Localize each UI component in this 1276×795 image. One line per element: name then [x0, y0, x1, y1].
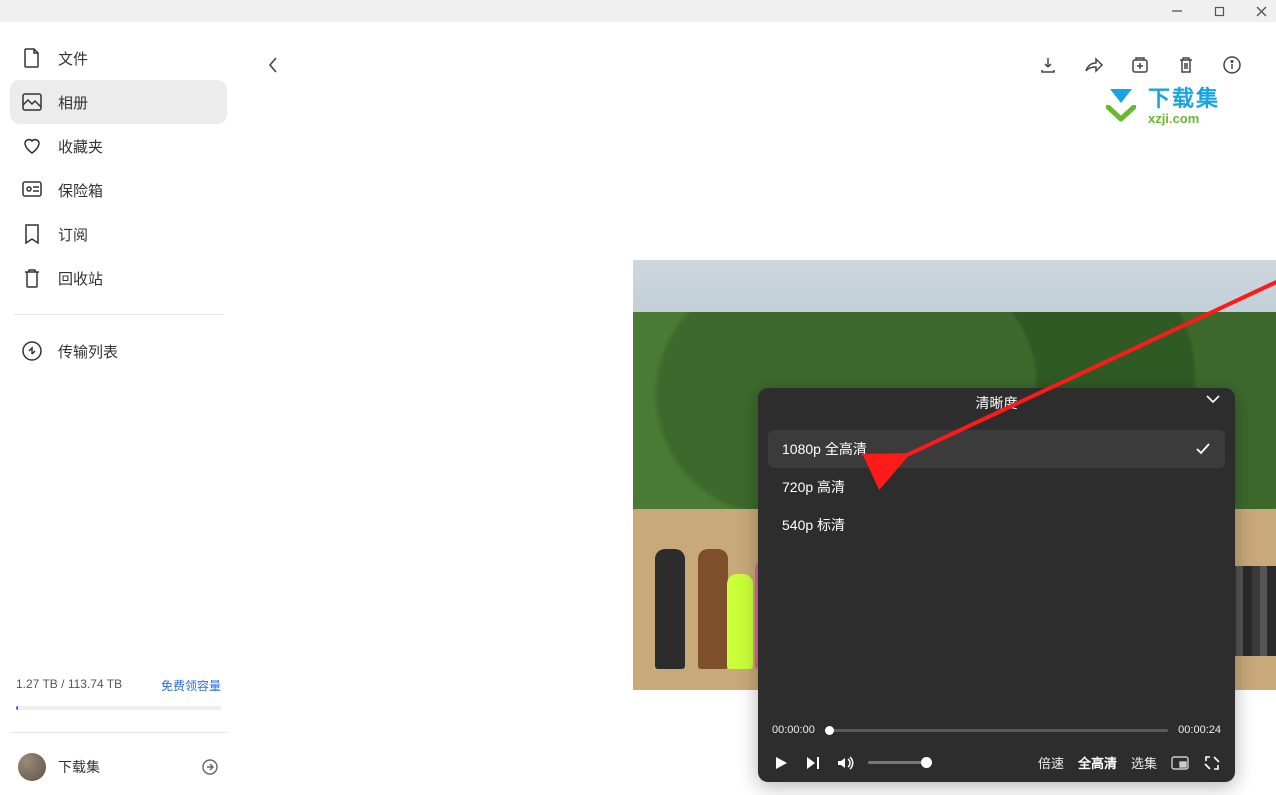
storage-info: 1.27 TB / 113.74 TB 免费领容量: [10, 677, 227, 702]
avatar: [18, 753, 46, 781]
quality-option-540p[interactable]: 540p 标清: [768, 506, 1225, 544]
back-button[interactable]: [263, 55, 283, 75]
quality-panel-title: 清晰度: [976, 393, 1018, 413]
user-name: 下载集: [58, 757, 189, 777]
sidebar: 文件 相册 收藏夹 保险箱 订阅 回收站 传输列表: [0, 22, 237, 795]
info-button[interactable]: [1222, 55, 1242, 75]
window-maximize-button[interactable]: [1212, 4, 1226, 18]
sidebar-item-label: 相册: [58, 92, 88, 113]
watermark-title: 下载集: [1148, 88, 1220, 110]
quality-option-label: 1080p 全高清: [782, 439, 867, 459]
volume-icon[interactable]: [836, 754, 854, 772]
download-button[interactable]: [1038, 55, 1058, 75]
sidebar-item-subscribe[interactable]: 订阅: [10, 212, 227, 256]
next-button[interactable]: [804, 754, 822, 772]
total-time: 00:00:24: [1178, 724, 1221, 736]
file-icon: [22, 48, 42, 68]
quality-options: 1080p 全高清 720p 高清 540p 标清: [758, 418, 1235, 556]
sidebar-item-favorites[interactable]: 收藏夹: [10, 124, 227, 168]
quality-button[interactable]: 全高清: [1078, 753, 1117, 772]
top-actions: [1038, 55, 1242, 75]
watermark: 下载集 xzji.com: [1102, 87, 1220, 125]
safe-icon: [22, 180, 42, 200]
pip-button[interactable]: [1171, 754, 1189, 772]
episodes-button[interactable]: 选集: [1131, 753, 1157, 772]
quality-option-1080p[interactable]: 1080p 全高清: [768, 430, 1225, 468]
quality-option-720p[interactable]: 720p 高清: [768, 468, 1225, 506]
sidebar-separator: [14, 314, 223, 315]
sidebar-item-label: 传输列表: [58, 341, 118, 362]
current-time: 00:00:00: [772, 724, 815, 736]
window-minimize-button[interactable]: [1170, 4, 1184, 18]
fullscreen-button[interactable]: [1203, 754, 1221, 772]
play-button[interactable]: [772, 754, 790, 772]
quality-panel-close[interactable]: [1205, 394, 1221, 404]
transfer-icon: [22, 341, 42, 361]
sidebar-item-label: 订阅: [58, 224, 88, 245]
quality-panel: 清晰度 1080p 全高清 720p 高清 540p 标清: [758, 388, 1235, 782]
speed-button[interactable]: 倍速: [1038, 753, 1064, 772]
sidebar-item-safe[interactable]: 保险箱: [10, 168, 227, 212]
album-icon: [22, 92, 42, 112]
sidebar-item-label: 保险箱: [58, 180, 103, 201]
sidebar-item-label: 收藏夹: [58, 136, 103, 157]
storage-used: 1.27 TB: [16, 677, 58, 691]
check-icon: [1195, 443, 1211, 455]
sidebar-item-files[interactable]: 文件: [10, 36, 227, 80]
storage-bar: [16, 706, 221, 710]
add-to-button[interactable]: [1130, 55, 1150, 75]
user-row[interactable]: 下载集: [10, 747, 227, 795]
window-titlebar: [0, 0, 1276, 22]
trash-icon: [22, 268, 42, 288]
quality-option-label: 540p 标清: [782, 515, 845, 535]
share-button[interactable]: [1084, 55, 1104, 75]
progress-track[interactable]: [825, 729, 1168, 732]
bookmark-icon: [22, 224, 42, 244]
sidebar-item-transfer[interactable]: 传输列表: [10, 329, 227, 373]
settings-icon[interactable]: [201, 758, 219, 776]
heart-icon: [22, 136, 42, 156]
progress-bar[interactable]: 00:00:00 00:00:24: [772, 724, 1221, 736]
sidebar-item-trash[interactable]: 回收站: [10, 256, 227, 300]
delete-button[interactable]: [1176, 55, 1196, 75]
sidebar-item-album[interactable]: 相册: [10, 80, 227, 124]
storage-total: 113.74 TB: [68, 677, 122, 691]
content-area: 下载集 xzji.com 清晰度 1080p 全高清: [237, 22, 1276, 795]
storage-get-more-link[interactable]: 免费领容量: [161, 677, 221, 694]
video-player[interactable]: 清晰度 1080p 全高清 720p 高清 540p 标清: [633, 260, 1276, 690]
sidebar-divider: [10, 732, 227, 733]
player-controls: 倍速 全高清 选集: [772, 753, 1221, 772]
watermark-icon: [1102, 87, 1140, 125]
sidebar-item-label: 文件: [58, 48, 88, 69]
window-close-button[interactable]: [1254, 4, 1268, 18]
sidebar-item-label: 回收站: [58, 268, 103, 289]
quality-option-label: 720p 高清: [782, 477, 845, 497]
volume-slider[interactable]: [868, 761, 928, 764]
